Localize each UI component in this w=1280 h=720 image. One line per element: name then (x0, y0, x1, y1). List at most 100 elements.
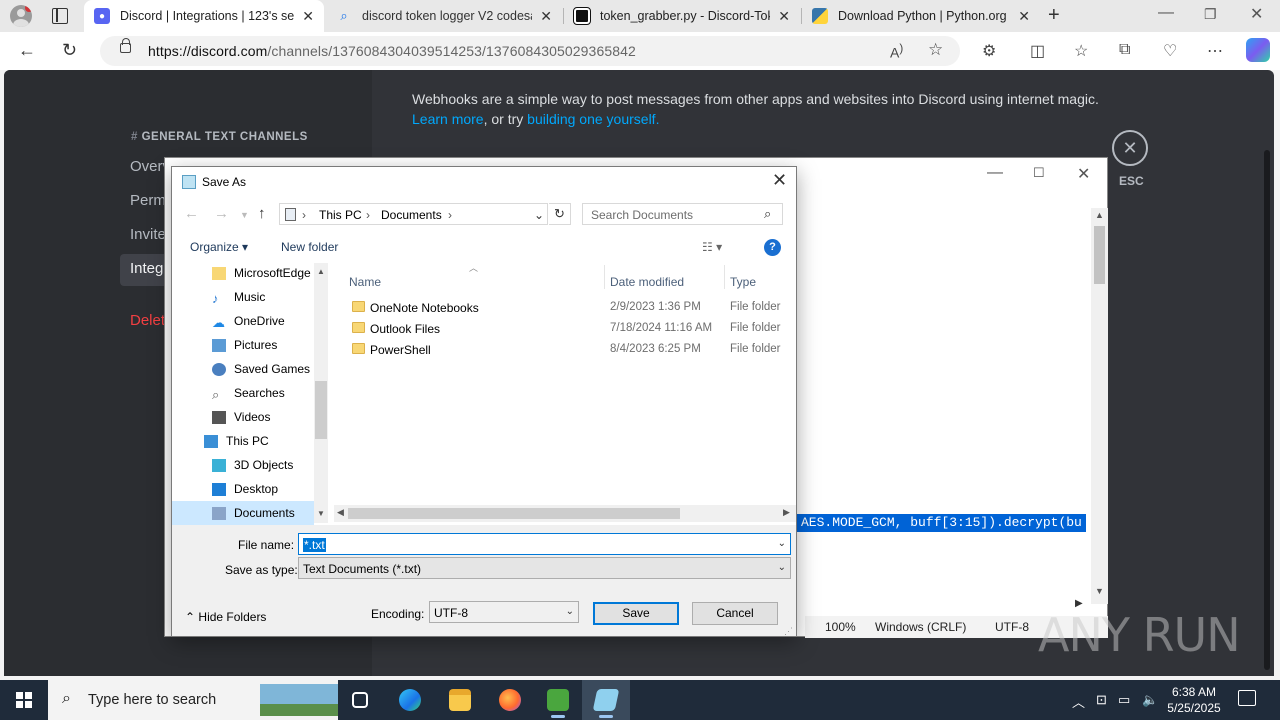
file-row[interactable]: Outlook Files 7/18/2024 11:16 AM File fo… (348, 318, 796, 339)
nav-item-searches[interactable]: ⌕ Searches (212, 381, 285, 405)
scroll-right-icon[interactable]: ▶ (783, 507, 790, 518)
browser-essentials-icon[interactable]: ♡ (1163, 41, 1177, 61)
address-bar[interactable]: https://discord.com/channels/13760843040… (100, 36, 960, 66)
recent-locations-icon[interactable]: ▼ (240, 210, 249, 220)
favorite-star-icon[interactable]: ☆ (928, 40, 943, 60)
cancel-button[interactable]: Cancel (692, 602, 778, 625)
up-folder-icon[interactable]: ↑ (258, 205, 266, 222)
scroll-thumb[interactable] (315, 381, 327, 439)
tab-python-download[interactable]: Download Python | Python.org ✕ (802, 0, 1040, 32)
chevron-down-icon[interactable]: ⌄ (778, 538, 786, 549)
back-icon[interactable]: ← (18, 40, 36, 61)
page-scrollbar[interactable] (1264, 150, 1270, 670)
close-tab-icon[interactable]: ✕ (540, 8, 552, 25)
close-tab-icon[interactable]: ✕ (778, 8, 790, 25)
help-icon[interactable]: ? (764, 239, 781, 256)
read-aloud-icon[interactable]: A) (890, 42, 903, 61)
hide-folders-button[interactable]: ⌃ Hide Folders (185, 610, 266, 624)
show-hidden-icons-icon[interactable]: ︿ (1072, 692, 1085, 711)
breadcrumb[interactable]: › This PC › Documents › ⌄ (279, 203, 548, 225)
save-button[interactable]: Save (593, 602, 679, 625)
more-options-icon[interactable]: ⋯ (1207, 41, 1223, 61)
scroll-up-icon[interactable]: ▲ (317, 267, 325, 276)
organize-button[interactable]: Organize ▾ (190, 240, 248, 254)
editor-vertical-scrollbar[interactable]: ▲ ▼ (1091, 208, 1108, 604)
nav-item-documents[interactable]: Documents (172, 501, 314, 525)
refresh-icon[interactable]: ↻ (62, 40, 77, 61)
minimize-icon[interactable]: — (987, 164, 1003, 182)
column-header-date[interactable]: Date modified (610, 275, 684, 289)
app-installer-taskbar-icon[interactable] (534, 680, 582, 720)
build-yourself-link[interactable]: building one yourself. (527, 111, 659, 127)
chevron-down-icon[interactable]: ⌄ (778, 562, 786, 573)
taskbar-search-box[interactable]: ⌕ Type here to search (48, 680, 338, 720)
url-text[interactable]: https://discord.com/channels/13760843040… (148, 43, 636, 59)
scroll-up-icon[interactable]: ▲ (1095, 210, 1104, 220)
breadcrumb-this-pc[interactable]: This PC (319, 208, 362, 222)
learn-more-link[interactable]: Learn more (412, 111, 484, 127)
column-header-type[interactable]: Type (730, 275, 756, 289)
tab-discord-integrations[interactable]: ● Discord | Integrations | 123's serv ✕ (84, 0, 324, 32)
taskbar-clock[interactable]: 6:38 AM 5/25/2025 (1160, 684, 1228, 716)
change-view-icon[interactable]: ☷ ▾ (702, 240, 722, 254)
resize-grip-icon[interactable]: ⋰ (784, 626, 793, 637)
collections-icon[interactable]: ⧉ (1119, 41, 1130, 59)
minimize-icon[interactable]: — (1158, 4, 1174, 22)
tab-codesandbox-search[interactable]: ⌕ discord token logger V2 codesan ✕ (326, 0, 562, 32)
restore-icon[interactable]: ❐ (1204, 6, 1217, 23)
file-row[interactable]: PowerShell 8/4/2023 6:25 PM File folder (348, 339, 796, 360)
nav-item-microsoftedge[interactable]: MicrosoftEdge (212, 261, 311, 285)
nav-item-this-pc[interactable]: This PC (204, 429, 269, 453)
firefox-taskbar-icon[interactable] (486, 680, 534, 720)
navigation-scrollbar[interactable]: ▲ ▼ (314, 263, 328, 523)
close-window-icon[interactable]: ✕ (1077, 164, 1090, 184)
notifications-icon[interactable] (1238, 690, 1256, 706)
save-as-type-select[interactable]: Text Documents (*.txt) ⌄ (298, 557, 791, 579)
edge-taskbar-icon[interactable] (386, 680, 434, 720)
chevron-down-icon[interactable]: ⌄ (534, 208, 544, 222)
scroll-down-icon[interactable]: ▼ (317, 509, 325, 518)
close-dialog-icon[interactable]: ✕ (772, 170, 787, 191)
maximize-icon[interactable]: ☐ (1033, 165, 1045, 181)
nav-item-pictures[interactable]: Pictures (212, 333, 277, 357)
file-explorer-taskbar-icon[interactable] (436, 680, 484, 720)
scroll-left-icon[interactable]: ◀ (337, 507, 344, 518)
close-settings-button[interactable]: ✕ (1112, 130, 1148, 166)
scroll-thumb[interactable] (348, 508, 680, 519)
column-separator[interactable] (604, 265, 605, 289)
nav-item-desktop[interactable]: Desktop (212, 477, 278, 501)
back-icon[interactable]: ← (184, 205, 199, 222)
volume-icon[interactable]: 🔈 (1142, 692, 1158, 708)
tab-actions-icon[interactable] (52, 8, 68, 24)
new-tab-icon[interactable]: + (1048, 4, 1060, 27)
copilot-icon[interactable] (1246, 38, 1270, 62)
file-name-input[interactable]: *.txt ⌄ (298, 533, 791, 555)
chevron-down-icon[interactable]: ⌄ (566, 606, 574, 617)
breadcrumb-documents[interactable]: Documents (381, 208, 442, 222)
forward-icon[interactable]: → (214, 205, 229, 222)
nav-item-saved-games[interactable]: Saved Games (212, 357, 310, 381)
profile-avatar[interactable] (10, 5, 32, 27)
file-row[interactable]: OneNote Notebooks 2/9/2023 1:36 PM File … (348, 297, 796, 318)
nav-item-videos[interactable]: Videos (212, 405, 270, 429)
split-screen-icon[interactable]: ◫ (1030, 41, 1045, 61)
refresh-icon[interactable]: ↻ (549, 203, 571, 225)
nav-item-onedrive[interactable]: ☁ OneDrive (212, 309, 285, 333)
selected-code-text[interactable]: AES.MODE_GCM, buff[3:15]).decrypt(bu (797, 514, 1086, 532)
windows-start-icon[interactable] (16, 692, 32, 708)
encoding-select[interactable]: UTF-8 ⌄ (429, 601, 579, 623)
close-tab-icon[interactable]: ✕ (1018, 8, 1030, 25)
scroll-down-icon[interactable]: ▼ (1095, 586, 1104, 596)
new-folder-button[interactable]: New folder (281, 240, 338, 254)
close-tab-icon[interactable]: ✕ (302, 8, 314, 25)
column-header-name[interactable]: Name (349, 275, 381, 289)
search-input[interactable]: Search Documents ⌕ (582, 203, 783, 225)
device-icon[interactable]: ⊡ (1096, 692, 1107, 708)
extensions-icon[interactable]: ⚙ (982, 41, 996, 61)
favorites-icon[interactable]: ☆ (1074, 41, 1088, 61)
notepad-taskbar-icon[interactable] (582, 680, 630, 720)
nav-item-music[interactable]: ♪ Music (212, 285, 265, 309)
file-list-horizontal-scrollbar[interactable]: ◀ ▶ (334, 505, 796, 522)
task-view-icon[interactable] (336, 680, 384, 720)
column-separator[interactable] (724, 265, 725, 289)
